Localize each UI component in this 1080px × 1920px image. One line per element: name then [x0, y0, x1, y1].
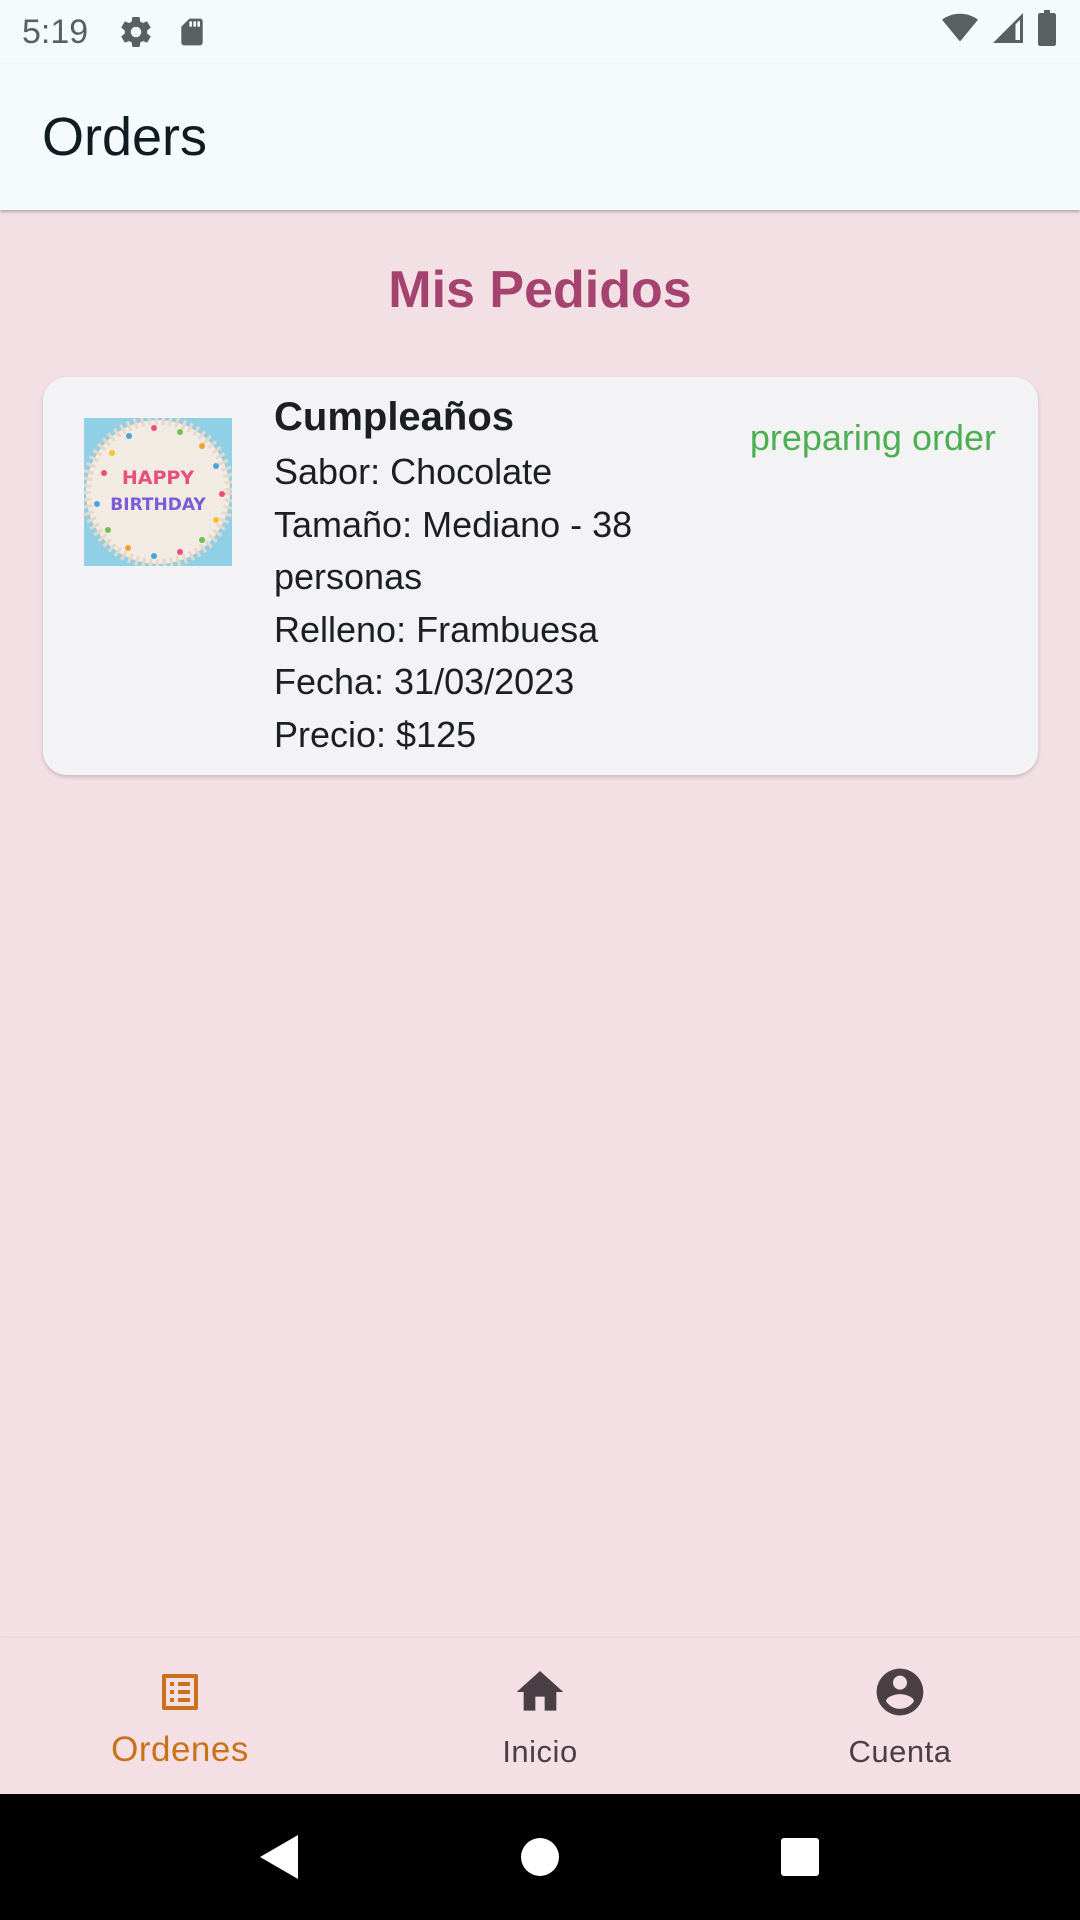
order-date: Fecha: 31/03/2023 — [274, 661, 575, 702]
home-circle-icon[interactable] — [500, 1817, 580, 1897]
wifi-icon — [940, 10, 980, 55]
sd-card-icon — [176, 14, 208, 50]
order-status: preparing order — [749, 417, 996, 458]
nav-item-ordenes[interactable]: Ordenes — [0, 1638, 360, 1794]
gear-icon — [118, 14, 154, 50]
signal-icon — [990, 10, 1026, 55]
orders-content: Mis Pedidos HAPPY BIRTHDAY Cumpleaños Sa… — [0, 210, 1080, 1638]
back-icon[interactable] — [240, 1817, 320, 1897]
home-icon — [510, 1662, 570, 1722]
order-title: Cumpleaños — [274, 395, 515, 439]
order-price: Precio: $125 — [274, 713, 477, 755]
order-size-continued: personas — [274, 556, 423, 597]
nav-item-cuenta[interactable]: Cuenta — [720, 1638, 1080, 1794]
account-icon — [870, 1662, 930, 1722]
app-bar-title: Orders — [42, 107, 208, 167]
battery-icon — [1036, 9, 1058, 55]
list-icon — [150, 1662, 210, 1722]
order-filling: Relleno: Frambuesa — [274, 608, 599, 650]
birthday-cake-image: HAPPY BIRTHDAY — [84, 418, 232, 566]
section-title: Mis Pedidos — [388, 261, 692, 319]
recents-icon[interactable] — [760, 1817, 840, 1897]
order-details: Cumpleaños Sabor: Chocolate Tamaño: Medi… — [274, 392, 694, 761]
system-navigation-bar — [0, 1794, 1080, 1920]
status-bar: 5:19 — [0, 0, 1080, 64]
app-bar: Orders — [0, 64, 1080, 210]
bottom-navigation: Ordenes Inicio Cuenta — [0, 1638, 1080, 1794]
cake-text-happy: HAPPY — [122, 467, 194, 489]
status-time: 5:19 — [22, 12, 89, 51]
cake-text-birthday: BIRTHDAY — [110, 495, 206, 515]
order-flavor: Sabor: Chocolate — [274, 451, 553, 492]
nav-label-cuenta: Cuenta — [848, 1734, 952, 1769]
status-right-icons — [940, 9, 1058, 55]
nav-label-inicio: Inicio — [502, 1734, 578, 1769]
order-card[interactable]: HAPPY BIRTHDAY Cumpleaños Sabor: Chocola… — [43, 377, 1038, 775]
order-size: Tamaño: Mediano - 38 — [274, 503, 633, 545]
nav-label-ordenes: Ordenes — [111, 1730, 249, 1769]
nav-item-inicio[interactable]: Inicio — [360, 1638, 720, 1794]
